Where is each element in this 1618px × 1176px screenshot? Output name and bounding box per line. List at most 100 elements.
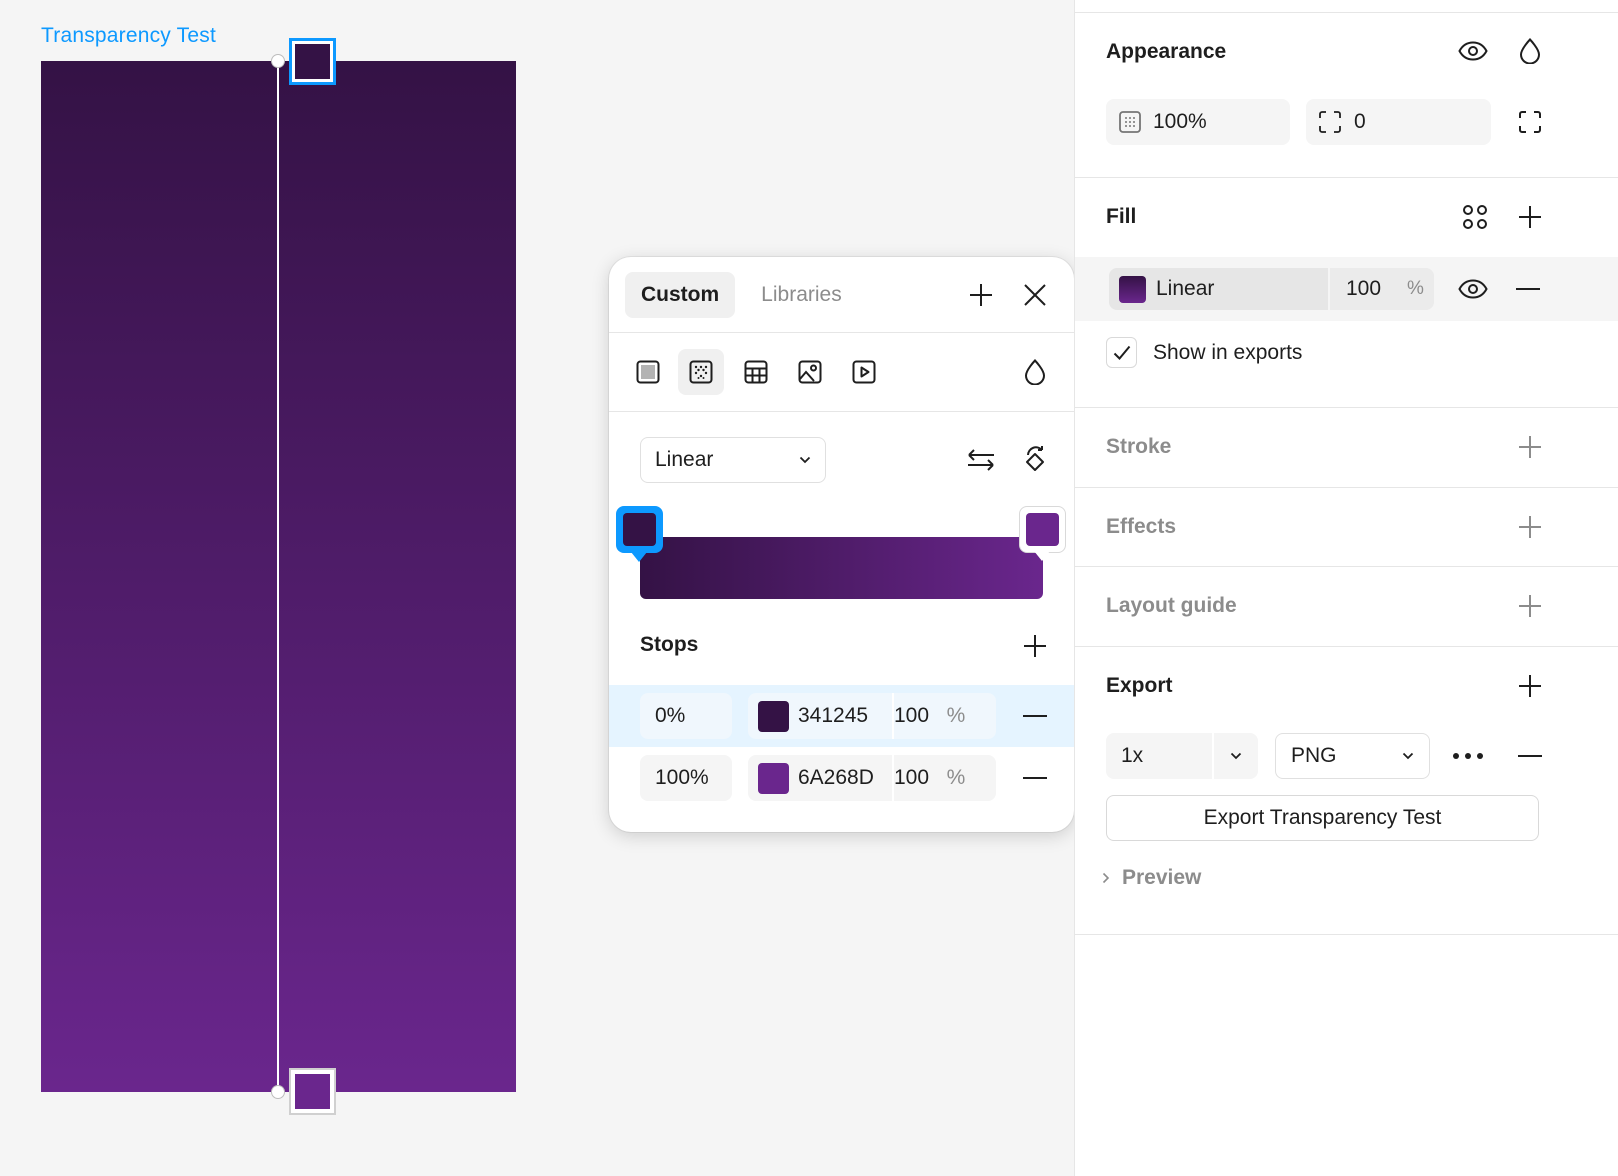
stop-position-input[interactable]: 100% <box>640 755 732 801</box>
stroke-title[interactable]: Stroke <box>1106 435 1171 459</box>
fill-type-field[interactable]: Linear <box>1109 268 1328 310</box>
gradient-icon <box>689 360 713 384</box>
gradient-start-handle[interactable] <box>271 54 285 68</box>
remove-stop-button[interactable] <box>1015 696 1055 736</box>
opacity-icon <box>1119 111 1141 133</box>
tab-custom[interactable]: Custom <box>625 272 736 318</box>
video-icon <box>852 360 876 384</box>
divider <box>1075 407 1618 408</box>
stop-swatch <box>623 513 656 546</box>
export-button[interactable]: Export Transparency Test <box>1106 795 1539 841</box>
fill-visibility-toggle[interactable] <box>1453 269 1493 309</box>
gradient-preview-bar[interactable] <box>640 537 1043 599</box>
styles-button[interactable] <box>1455 197 1495 237</box>
corners-icon <box>1519 111 1541 133</box>
divider <box>1075 934 1618 935</box>
stop-row[interactable]: 0% 341245 100 % <box>609 685 1074 747</box>
add-style-button[interactable] <box>961 275 1001 315</box>
stop-color-swatch[interactable] <box>758 762 789 794</box>
opacity-input[interactable]: 100% <box>1106 99 1290 145</box>
stop-color-input[interactable]: 6A268D 100 % <box>748 755 996 801</box>
eye-icon <box>1458 279 1488 299</box>
pattern-paint-button[interactable] <box>733 349 779 395</box>
export-settings-button[interactable] <box>1448 736 1488 776</box>
video-paint-button[interactable] <box>841 349 887 395</box>
fill-swatch[interactable] <box>1119 275 1146 303</box>
picker-tabs: Custom Libraries <box>625 272 858 318</box>
color-picker-popover: Custom Libraries Linear Stops 0% 341245 … <box>609 257 1074 832</box>
export-scale-select[interactable]: 1x <box>1106 733 1258 779</box>
stop-color-input[interactable]: 341245 100 % <box>748 693 996 739</box>
canvas-stop-start[interactable] <box>289 38 336 85</box>
stops-title: Stops <box>640 633 699 656</box>
add-export-button[interactable] <box>1510 666 1550 706</box>
visibility-toggle[interactable] <box>1453 31 1493 71</box>
minus-icon <box>1023 715 1047 717</box>
plus-icon <box>1519 516 1541 538</box>
flip-gradient-button[interactable] <box>961 440 1001 480</box>
plus-icon <box>1519 595 1541 617</box>
add-stop-button[interactable] <box>1015 626 1055 666</box>
canvas-stop-end[interactable] <box>289 1068 336 1115</box>
gradient-type-select[interactable]: Linear <box>640 437 826 483</box>
divider <box>1075 12 1618 13</box>
stop-position-input[interactable]: 0% <box>640 693 732 739</box>
scale-dropdown-toggle[interactable] <box>1214 752 1258 760</box>
fill-title: Fill <box>1106 205 1137 228</box>
gradient-type-value: Linear <box>655 448 714 471</box>
add-layout-guide-button[interactable] <box>1510 586 1550 626</box>
image-paint-button[interactable] <box>787 349 833 395</box>
remove-fill-button[interactable] <box>1508 269 1548 309</box>
independent-corners-button[interactable] <box>1510 102 1550 142</box>
corner-radius-value: 0 <box>1354 110 1366 133</box>
eye-icon <box>1458 41 1488 61</box>
chevron-down-icon <box>1230 752 1242 760</box>
remove-export-button[interactable] <box>1510 736 1550 776</box>
plus-icon <box>1024 635 1046 657</box>
stop-color-swatch[interactable] <box>758 700 789 732</box>
show-in-exports-checkbox[interactable] <box>1106 337 1137 368</box>
close-button[interactable] <box>1015 275 1055 315</box>
stop-swatch <box>1026 513 1059 546</box>
stop-hex-value[interactable]: 341245 <box>798 704 892 728</box>
stop-row[interactable]: 100% 6A268D 100 % <box>609 747 1074 809</box>
blend-mode-button[interactable] <box>1510 31 1550 71</box>
plus-icon <box>1519 675 1541 697</box>
gradient-bar-stop-end[interactable] <box>1019 506 1066 561</box>
rotate-gradient-button[interactable] <box>1015 440 1055 480</box>
gradient-paint-button[interactable] <box>678 349 724 395</box>
appearance-title: Appearance <box>1106 40 1227 63</box>
solid-paint-button[interactable] <box>625 349 671 395</box>
gradient-bar-stop-start[interactable] <box>616 506 663 562</box>
remove-stop-button[interactable] <box>1015 758 1055 798</box>
stop-opacity-value[interactable]: 100 % <box>894 766 965 790</box>
gradient-end-handle[interactable] <box>271 1085 285 1099</box>
tab-libraries[interactable]: Libraries <box>745 272 858 318</box>
chevron-down-icon <box>799 456 811 464</box>
effects-title[interactable]: Effects <box>1106 515 1176 539</box>
styles-grid-icon <box>1463 205 1487 229</box>
fill-row[interactable]: Linear 100 % <box>1075 257 1618 321</box>
gradient-direction-line[interactable] <box>277 61 279 1092</box>
frame-label[interactable]: Transparency Test <box>41 24 216 48</box>
stop-opacity-value[interactable]: 100 % <box>894 704 965 728</box>
add-stroke-button[interactable] <box>1510 427 1550 467</box>
layout-guide-title[interactable]: Layout guide <box>1106 594 1237 618</box>
fill-opacity-input[interactable]: 100 % <box>1330 268 1434 310</box>
export-format-select[interactable]: PNG <box>1275 733 1430 779</box>
stop-hex-value[interactable]: 6A268D <box>798 766 892 790</box>
divider <box>609 411 1074 412</box>
add-effect-button[interactable] <box>1510 507 1550 547</box>
preview-toggle[interactable]: Preview <box>1102 866 1201 890</box>
swap-arrows-icon <box>968 449 994 471</box>
blend-mode-button[interactable] <box>1012 349 1058 395</box>
chevron-down-icon <box>1402 752 1414 760</box>
add-fill-button[interactable] <box>1510 197 1550 237</box>
export-format-value: PNG <box>1291 744 1337 767</box>
show-in-exports-option[interactable]: Show in exports <box>1106 337 1302 368</box>
corner-radius-input[interactable]: 0 <box>1306 99 1491 145</box>
pattern-icon <box>744 360 768 384</box>
opacity-number: 100 <box>894 704 930 727</box>
divider <box>1075 487 1618 488</box>
percent-sign: % <box>1407 278 1424 299</box>
